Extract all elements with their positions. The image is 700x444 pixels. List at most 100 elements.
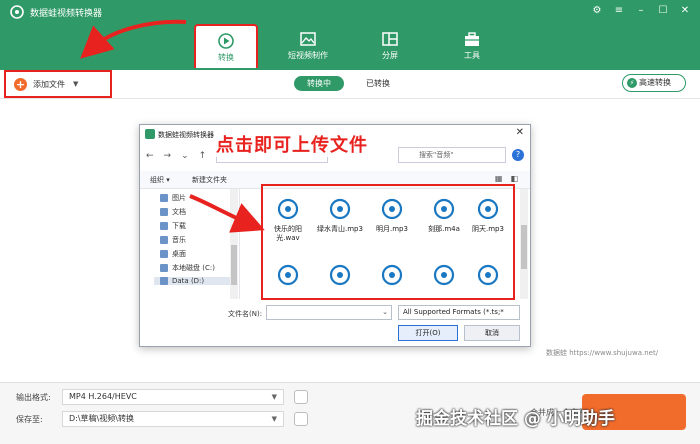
add-file-button[interactable]: + 添加文件 ▼ [4,70,112,98]
chevron-down-icon[interactable]: ▼ [272,390,277,404]
file-item[interactable] [367,262,417,288]
dialog-close-icon[interactable]: ✕ [516,127,524,138]
audio-file-icon [432,196,456,222]
tab-split-screen-label: 分屏 [382,51,398,60]
chevron-down-icon[interactable]: ▼ [73,80,78,88]
window-controls: ⚙ ≡ – ☐ ✕ [590,4,692,18]
sidebar-item-label: 桌面 [172,250,186,258]
toolbox-icon [465,32,479,46]
chevron-down-icon[interactable]: ⌄ [382,308,388,316]
folder-icon[interactable] [294,412,308,426]
view-mode-icon[interactable]: ▦ [495,174,503,183]
file-item[interactable] [263,262,313,288]
close-button[interactable]: ✕ [678,4,692,18]
desktop-icon [160,250,168,258]
tab-converted[interactable]: 已转换 [356,76,400,91]
open-button[interactable]: 打开(O) [398,325,458,341]
fast-convert-button[interactable]: ⚡ 高速转换 [622,74,686,92]
tab-convert[interactable]: 转换 [194,24,258,68]
sidebar-item-label: 图片 [172,194,186,202]
audio-file-icon [276,196,300,222]
folder-icon [160,194,168,202]
menu-icon[interactable]: ≡ [612,4,626,18]
audio-file-icon [380,196,404,222]
new-folder-button[interactable]: 新建文件夹 [192,175,227,185]
save-to-label: 保存至: [16,415,43,424]
audio-file-icon [328,262,352,288]
audio-file-icon [328,196,352,222]
audio-file-icon [476,262,500,288]
tab-convert-label: 转换 [218,53,234,62]
sidebar-item-label: 本地磁盘 (C:) [172,264,215,272]
file-name: 明月.mp3 [376,225,408,233]
dialog-title: 数据蛙视频转换器 [158,131,214,139]
sidebar-item-label: 文档 [172,208,186,216]
filename-field[interactable]: ⌄ [266,305,392,320]
file-item[interactable]: 阴天.mp3 [463,196,513,234]
format-settings-icon[interactable] [294,390,308,404]
tab-tools[interactable]: 工具 [440,24,504,68]
audio-file-icon [432,262,456,288]
file-list-scrollbar[interactable] [520,189,528,299]
file-name: 刻那.m4a [428,225,460,233]
audio-file-icon [476,196,500,222]
fast-convert-label: 高速转换 [639,78,671,87]
nav-scrollbar[interactable] [230,189,238,299]
sidebar-item-downloads[interactable]: 下载 [160,221,186,231]
settings-icon[interactable]: ⚙ [590,4,604,18]
site-watermark: 数据蛙 https://www.shujuwa.net/ [546,349,659,357]
scrollbar-thumb[interactable] [521,225,527,269]
sidebar-item-drive-d[interactable]: Data (D:) [154,277,230,285]
forward-arrow-icon[interactable]: → [164,151,172,161]
sidebar-item-music[interactable]: 音乐 [160,235,186,245]
tab-split-screen[interactable]: 分屏 [358,24,422,68]
file-item[interactable]: 快乐的阳光.wav [263,196,313,243]
download-icon [160,222,168,230]
help-icon[interactable]: ? [512,149,524,161]
cancel-button[interactable]: 取消 [464,325,520,341]
sidebar-item-documents[interactable]: 文档 [160,207,186,217]
open-file-dialog: 数据蛙视频转换器 ✕ ← → ⌄ ↑ 搜索"音频" ? 组织 ▾ 新建文件夹 ▦… [139,124,531,347]
tab-short-video[interactable]: 短视频制作 [276,24,340,68]
scrollbar-thumb[interactable] [231,245,237,285]
back-arrow-icon[interactable]: ← [146,151,154,161]
file-item[interactable]: 绿水青山.mp3 [315,196,365,234]
app-title: 数据蛙视频转换器 [30,9,103,19]
file-item[interactable] [419,262,469,288]
file-item[interactable] [315,262,365,288]
file-type-select[interactable]: All Supported Formats (*.ts;* [398,305,520,320]
sidebar-item-pictures[interactable]: 图片 [160,193,186,203]
sidebar-item-desktop[interactable]: 桌面 [160,249,186,259]
save-to-select[interactable]: D:\草稿\视频\转换 ▼ [62,411,284,427]
search-placeholder: 搜索"音频" [419,151,454,159]
output-format-select[interactable]: MP4 H.264/HEVC ▼ [62,389,284,405]
file-list: 快乐的阳光.wav 绿水青山.mp3 明月.mp3 刻那.m4a 阴天.mp3 [261,184,515,300]
drive-icon [160,264,168,272]
app-logo-icon [10,5,24,19]
convert-icon [218,33,234,49]
output-format-value: MP4 H.264/HEVC [69,392,137,401]
tab-short-video-label: 短视频制作 [288,51,328,60]
sidebar-item-drive-c[interactable]: 本地磁盘 (C:) [160,263,215,273]
minimize-button[interactable]: – [634,4,648,18]
chevron-down-icon[interactable]: ⌄ [181,151,189,161]
music-icon [160,236,168,244]
search-input[interactable]: 搜索"音频" [398,147,506,163]
file-item[interactable]: 刻那.m4a [419,196,469,234]
app-header: 数据蛙视频转换器 ⚙ ≡ – ☐ ✕ 转换 短视频制作 分屏 工具 [0,0,700,70]
maximize-button[interactable]: ☐ [656,4,670,18]
organize-button[interactable]: 组织 ▾ [150,175,170,185]
tab-tools-label: 工具 [464,51,480,60]
sidebar-item-label: 音乐 [172,236,186,244]
tab-converting[interactable]: 转换中 [294,76,344,91]
up-arrow-icon[interactable]: ↑ [199,151,207,161]
platform-watermark: 掘金技术社区 @ 小明助手 [416,409,615,429]
file-item[interactable]: 明月.mp3 [367,196,417,234]
view-options: ▦ ◧ [495,174,518,183]
preview-pane-icon[interactable]: ◧ [510,174,518,183]
file-item[interactable] [463,262,513,288]
file-name: 阴天.mp3 [472,225,504,233]
chevron-down-icon[interactable]: ▼ [272,412,277,426]
image-icon [300,32,316,46]
file-name: 绿水青山.mp3 [317,225,363,233]
